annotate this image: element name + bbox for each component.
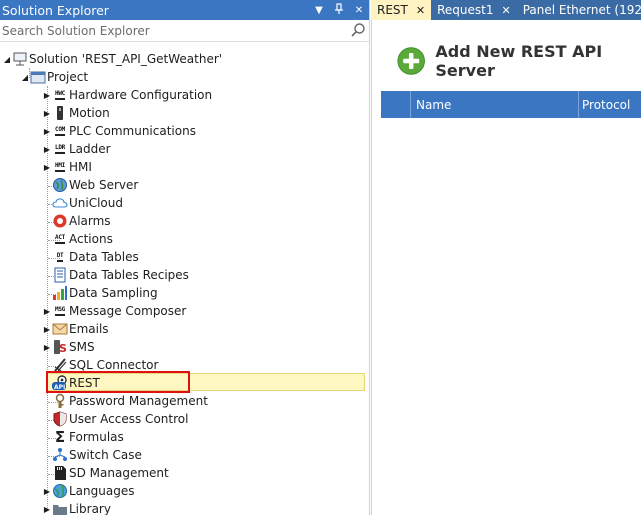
expand-triangle-icon[interactable]: ▶ — [42, 158, 52, 176]
tree-node-switch-case[interactable]: Switch Case — [52, 446, 142, 464]
dropdown-arrow-icon[interactable]: ▼ — [313, 5, 325, 16]
sigma-icon: Σ — [54, 428, 66, 446]
grid-row-header-cell — [381, 91, 411, 118]
data-sampling-icon — [52, 285, 68, 301]
tree-node-languages[interactable]: ▶ Languages — [42, 482, 134, 500]
alarm-icon — [52, 213, 68, 229]
tree-node-hmi[interactable]: ▶ HMI HMI — [42, 158, 92, 176]
solution-icon — [12, 51, 28, 67]
tab-rest[interactable]: REST ✕ — [371, 0, 432, 20]
tree-node-formulas[interactable]: Σ Formulas — [52, 428, 124, 446]
tree-node-message-composer[interactable]: ▶ MSG Message Composer — [42, 302, 186, 320]
tree-node-data-tables[interactable]: DT Data Tables — [52, 248, 139, 266]
expand-triangle-icon[interactable]: ▶ — [42, 500, 52, 515]
sms-icon: S — [52, 339, 68, 355]
plus-icon — [397, 47, 425, 75]
expand-triangle-icon[interactable]: ▶ — [42, 104, 52, 122]
search-bar — [0, 20, 369, 42]
tree-node-data-sampling[interactable]: Data Sampling — [52, 284, 158, 302]
tree-node-sd-management[interactable]: SD Management — [52, 464, 169, 482]
collapse-triangle-icon[interactable]: ◢ — [2, 50, 12, 68]
tree-node-project[interactable]: ◢ Project — [20, 68, 88, 86]
tree-node-web-server[interactable]: Web Server — [52, 176, 138, 194]
column-header-protocol[interactable]: Protocol — [579, 91, 641, 118]
document-tab-strip: REST ✕ Request1 ✕ Panel Ethernet (192.16… — [371, 0, 641, 20]
languages-icon — [52, 483, 68, 499]
servers-grid-header: Name Protocol — [381, 91, 641, 118]
solution-explorer-titlebar: Solution Explorer ▼ ✕ — [0, 0, 369, 20]
svg-text:S: S — [59, 342, 67, 355]
motion-icon — [52, 105, 68, 121]
search-input[interactable] — [2, 23, 342, 38]
recipes-icon — [52, 267, 68, 283]
expand-triangle-icon[interactable]: ▶ — [42, 302, 52, 320]
add-rest-api-server-button[interactable]: Add New REST API Server — [397, 42, 641, 80]
expand-triangle-icon[interactable]: ▶ — [42, 338, 52, 356]
tree-node-emails[interactable]: ▶ Emails — [42, 320, 109, 338]
cloud-icon — [52, 195, 68, 211]
close-icon[interactable]: ✕ — [353, 5, 365, 16]
document-area: REST ✕ Request1 ✕ Panel Ethernet (192.16… — [371, 0, 641, 515]
project-label: Project — [47, 70, 89, 84]
email-icon — [52, 321, 68, 337]
tree-node-sms[interactable]: ▶ S SMS — [42, 338, 95, 356]
actions-icon: ACT — [52, 231, 68, 247]
solution-label: Solution 'REST_API_GetWeather' — [29, 52, 223, 66]
red-highlight-box — [46, 371, 190, 393]
rest-editor: Add New REST API Server Name Protocol — [371, 20, 641, 515]
project-icon — [30, 69, 46, 85]
tree-node-unicloud[interactable]: UniCloud — [52, 194, 123, 212]
ladder-icon: LDR — [52, 141, 68, 157]
switch-case-icon — [52, 447, 68, 463]
data-tables-icon: DT — [52, 249, 68, 265]
tree-node-actions[interactable]: ACT Actions — [52, 230, 113, 248]
hardware-config-icon: HWC — [52, 87, 68, 103]
close-tab-icon[interactable]: ✕ — [416, 4, 425, 17]
tab-request1[interactable]: Request1 ✕ — [431, 0, 517, 20]
hmi-icon: HMI — [52, 159, 68, 175]
tree-node-motion[interactable]: ▶ Motion — [42, 104, 110, 122]
tree-node-hardware-configuration[interactable]: ▶ HWC Hardware Configuration — [42, 86, 212, 104]
tree-node-password-management[interactable]: Password Management — [52, 392, 208, 410]
tree-node-plc-communications[interactable]: ▶ COM PLC Communications — [42, 122, 196, 140]
expand-triangle-icon[interactable]: ▶ — [42, 122, 52, 140]
expand-triangle-icon[interactable]: ▶ — [42, 86, 52, 104]
tree-node-library[interactable]: ▶ Library — [42, 500, 111, 515]
solution-explorer-title: Solution Explorer — [2, 2, 109, 18]
library-icon — [52, 501, 68, 515]
expand-triangle-icon[interactable]: ▶ — [42, 482, 52, 500]
close-tab-icon[interactable]: ✕ — [501, 4, 510, 17]
tree-node-ladder[interactable]: ▶ LDR Ladder — [42, 140, 111, 158]
plc-communications-icon: COM — [52, 123, 68, 139]
tab-panel-ethernet[interactable]: Panel Ethernet (192.168. — [517, 0, 641, 20]
expand-triangle-icon[interactable]: ▶ — [42, 140, 52, 158]
tree-node-solution[interactable]: ◢ Solution 'REST_API_GetWeather' — [2, 50, 222, 68]
collapse-triangle-icon[interactable]: ◢ — [20, 68, 30, 86]
globe-icon — [52, 177, 68, 193]
password-management-icon — [52, 393, 68, 409]
column-header-name[interactable]: Name — [411, 91, 579, 118]
shield-icon — [52, 411, 68, 427]
sd-card-icon — [52, 465, 68, 481]
solution-explorer-panel: Solution Explorer ▼ ✕ ◢ Solution 'REST_A… — [0, 0, 370, 515]
add-server-label: Add New REST API Server — [435, 42, 603, 80]
tree-node-data-tables-recipes[interactable]: Data Tables Recipes — [52, 266, 189, 284]
tree-node-alarms[interactable]: Alarms — [52, 212, 111, 230]
search-icon[interactable] — [350, 22, 366, 38]
message-composer-icon: MSG — [52, 303, 68, 319]
expand-triangle-icon[interactable]: ▶ — [42, 320, 52, 338]
pin-icon[interactable] — [333, 2, 345, 18]
tree-node-user-access-control[interactable]: User Access Control — [52, 410, 188, 428]
